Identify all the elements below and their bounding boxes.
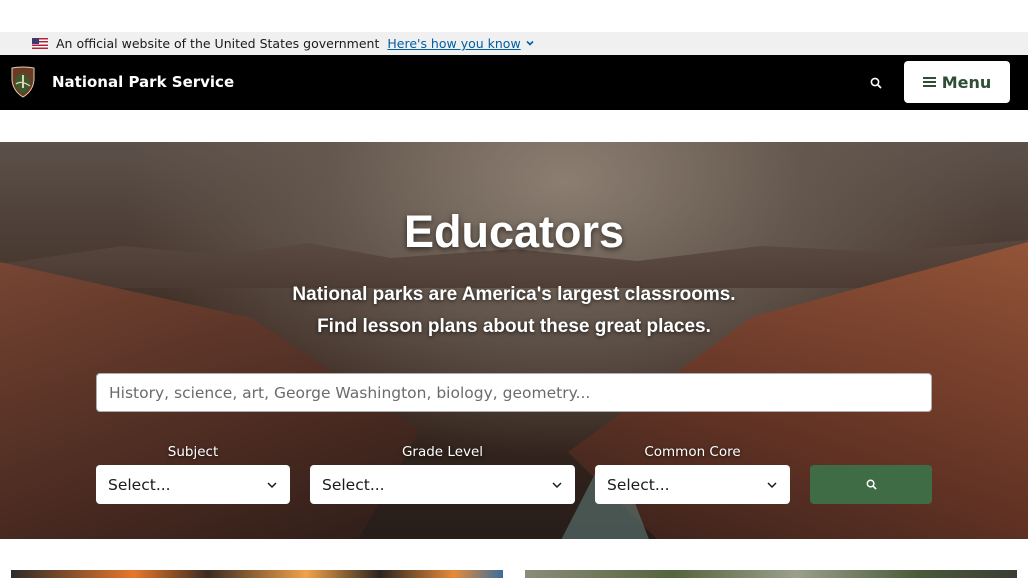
site-name[interactable]: National Park Service: [52, 55, 234, 110]
nps-arrowhead-logo-icon[interactable]: [10, 66, 36, 98]
subject-select[interactable]: Select...: [96, 465, 290, 504]
chevron-down-icon: [551, 479, 563, 491]
gov-banner-text: An official website of the United States…: [56, 36, 380, 51]
hamburger-icon: [922, 77, 936, 87]
search-icon[interactable]: [866, 73, 886, 93]
featured-card-image-right[interactable]: [525, 570, 1017, 578]
gov-banner: An official website of the United States…: [0, 32, 1028, 55]
hero-subtitle-line-1: National parks are America's largest cla…: [292, 284, 736, 305]
chevron-down-icon: [525, 38, 535, 51]
how-you-know-link[interactable]: Here's how you know: [387, 36, 534, 51]
us-flag-icon: [32, 38, 48, 49]
common-core-label: Common Core: [644, 444, 741, 460]
search-submit-button[interactable]: [810, 465, 932, 504]
common-core-select-value: Select...: [607, 475, 670, 494]
hero-subtitle-line-2: Find lesson plans about these great plac…: [317, 316, 711, 337]
menu-button[interactable]: Menu: [904, 61, 1010, 103]
grade-level-select[interactable]: Select...: [310, 465, 575, 504]
page-title: Educators: [403, 206, 625, 257]
site-header: National Park Service Menu: [0, 55, 1028, 110]
search-icon: [866, 475, 877, 494]
featured-card-image-left[interactable]: [11, 570, 503, 578]
subject-label: Subject: [167, 444, 219, 460]
grade-level-label: Grade Level: [401, 444, 484, 460]
chevron-down-icon: [766, 479, 778, 491]
hero-section: Educators National parks are America's l…: [0, 142, 1028, 539]
subject-select-value: Select...: [108, 475, 171, 494]
lesson-search-input[interactable]: [96, 373, 932, 412]
menu-button-label: Menu: [941, 72, 992, 92]
how-you-know-label: Here's how you know: [387, 36, 521, 51]
common-core-select[interactable]: Select...: [595, 465, 790, 504]
grade-level-select-value: Select...: [322, 475, 385, 494]
chevron-down-icon: [266, 479, 278, 491]
